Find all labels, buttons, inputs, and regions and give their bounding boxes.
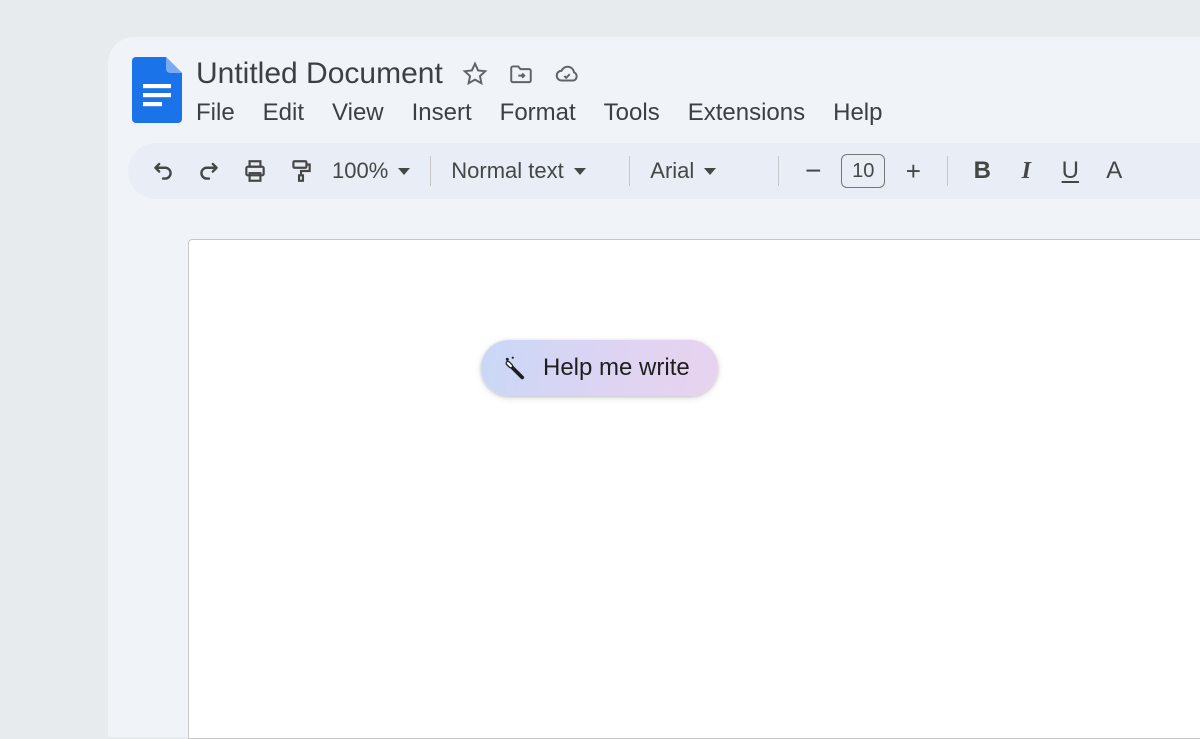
- cloud-status-icon[interactable]: [553, 60, 581, 88]
- help-me-write-label: Help me write: [543, 354, 690, 382]
- title-bar: Untitled Document: [108, 37, 1200, 131]
- redo-button[interactable]: [188, 151, 230, 191]
- zoom-selector[interactable]: 100%: [326, 158, 416, 184]
- font-size-input[interactable]: 10: [841, 154, 885, 188]
- italic-button[interactable]: I: [1006, 158, 1046, 185]
- move-folder-icon[interactable]: [507, 60, 535, 88]
- menu-insert[interactable]: Insert: [412, 99, 472, 127]
- increase-font-size-button[interactable]: +: [893, 156, 933, 187]
- paint-format-button[interactable]: [280, 151, 322, 191]
- menu-bar: File Edit View Insert Format Tools Exten…: [196, 97, 882, 127]
- underline-button[interactable]: U: [1050, 157, 1090, 185]
- menu-edit[interactable]: Edit: [263, 99, 304, 127]
- decrease-font-size-button[interactable]: −: [793, 155, 833, 187]
- chevron-down-icon: [574, 168, 586, 175]
- print-button[interactable]: [234, 151, 276, 191]
- help-me-write-button[interactable]: Help me write: [481, 340, 718, 396]
- divider: [778, 156, 779, 186]
- document-page[interactable]: Help me write: [188, 239, 1200, 739]
- chevron-down-icon: [704, 168, 716, 175]
- title-row: Untitled Document: [196, 57, 882, 91]
- app-window: Untitled Document: [108, 37, 1200, 737]
- divider: [430, 156, 431, 186]
- text-color-button[interactable]: A: [1094, 157, 1134, 185]
- font-selector[interactable]: Arial: [644, 158, 764, 184]
- menu-format[interactable]: Format: [500, 99, 576, 127]
- docs-app-icon[interactable]: [132, 57, 182, 123]
- star-icon[interactable]: [461, 60, 489, 88]
- toolbar: 100% Normal text Arial − 10 + B I: [128, 143, 1200, 199]
- paragraph-style-selector[interactable]: Normal text: [445, 158, 615, 184]
- menu-extensions[interactable]: Extensions: [688, 99, 805, 127]
- menu-help[interactable]: Help: [833, 99, 882, 127]
- chevron-down-icon: [398, 168, 410, 175]
- menu-tools[interactable]: Tools: [604, 99, 660, 127]
- divider: [629, 156, 630, 186]
- title-stack: Untitled Document: [196, 57, 882, 127]
- paragraph-style-value: Normal text: [451, 158, 563, 184]
- undo-button[interactable]: [142, 151, 184, 191]
- menu-view[interactable]: View: [332, 99, 384, 127]
- divider: [947, 156, 948, 186]
- zoom-value: 100%: [332, 158, 388, 184]
- document-title[interactable]: Untitled Document: [196, 57, 443, 91]
- bold-button[interactable]: B: [962, 157, 1002, 185]
- magic-wand-icon: [503, 355, 529, 381]
- toolbar-container: 100% Normal text Arial − 10 + B I: [108, 131, 1200, 199]
- canvas-area: Help me write: [108, 199, 1200, 739]
- menu-file[interactable]: File: [196, 99, 235, 127]
- font-size-stepper: − 10 +: [793, 154, 933, 188]
- font-value: Arial: [650, 158, 694, 184]
